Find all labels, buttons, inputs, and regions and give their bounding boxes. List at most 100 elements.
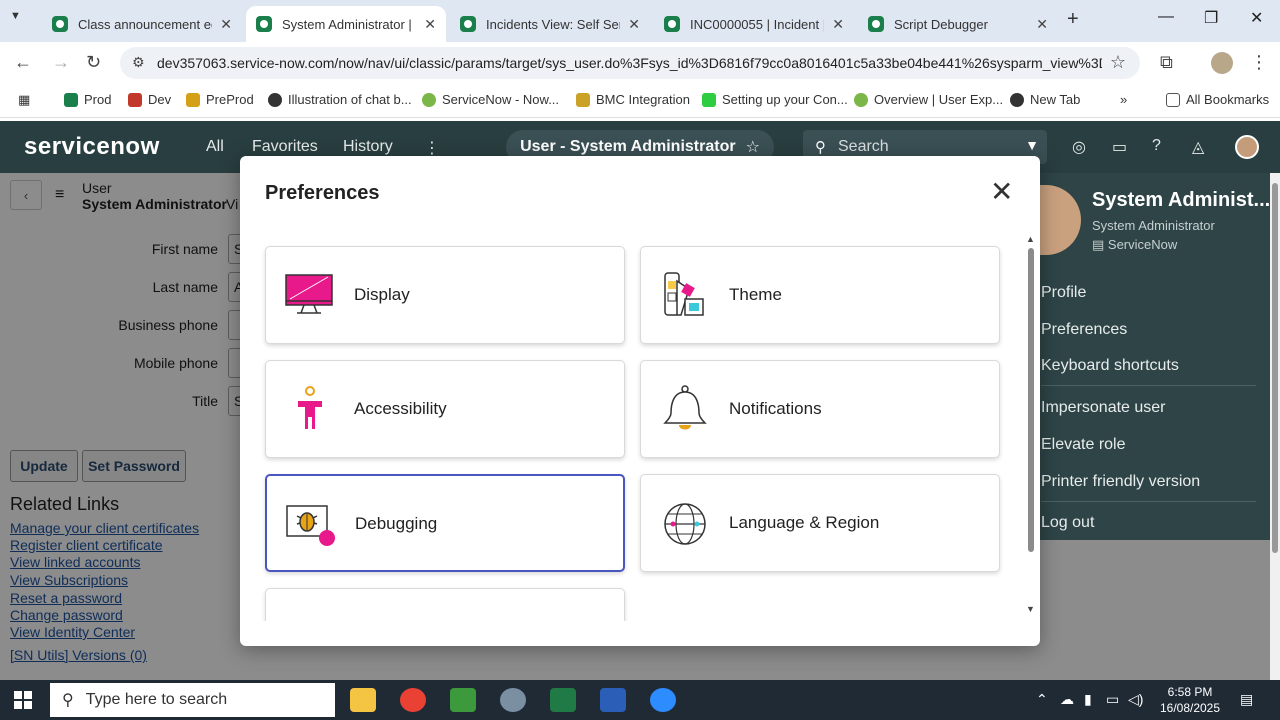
tab-search-icon[interactable]: ▼ — [10, 10, 21, 22]
close-window-icon[interactable]: ✕ — [1250, 8, 1263, 28]
bookmark-dev[interactable]: Dev — [128, 92, 171, 107]
app-icon[interactable] — [450, 688, 476, 712]
volume-icon[interactable]: ◁) — [1128, 691, 1143, 708]
user-avatar[interactable] — [1235, 135, 1259, 159]
menu-item-log-out[interactable]: Log out — [1041, 514, 1094, 532]
app-icon[interactable] — [500, 688, 526, 712]
all-bookmarks-folder[interactable]: All Bookmarks — [1166, 92, 1269, 107]
bookmark-prod[interactable]: Prod — [64, 92, 111, 107]
chrome-icon[interactable] — [400, 688, 426, 712]
excel-icon[interactable] — [550, 688, 576, 712]
browser-profile-avatar[interactable] — [1211, 52, 1233, 74]
bookmark-favicon-icon — [854, 92, 868, 107]
bookmark-overview[interactable]: Overview | User Exp... — [854, 92, 1003, 107]
browser-tab-incidents-view[interactable]: Incidents View: Self Servi ✕ — [450, 6, 650, 42]
bookmark-new-tab[interactable]: New Tab — [1010, 92, 1080, 107]
modal-scrollbar-thumb[interactable] — [1028, 248, 1034, 552]
browser-tab-incident-inc0000055[interactable]: INC0000055 | Incident | S ✕ — [654, 6, 854, 42]
site-info-icon[interactable]: ⚙ — [132, 54, 145, 71]
pref-card-debugging[interactable]: Debugging — [265, 474, 625, 572]
bookmark-favicon-icon — [64, 92, 78, 107]
browser-tab-script-debugger[interactable]: Script Debugger ✕ — [858, 6, 1058, 42]
menu-item-printer-friendly[interactable]: Printer friendly version — [1041, 473, 1200, 491]
pref-card-theme[interactable]: Theme — [640, 246, 1000, 344]
menu-item-preferences[interactable]: Preferences — [1041, 321, 1127, 339]
palette-icon — [664, 272, 704, 316]
partial-card-icon — [284, 613, 336, 621]
preference-cards: Display Theme Accessibility Notification… — [240, 236, 1030, 621]
user-menu-role: System Administrator — [1092, 218, 1215, 233]
tray-device-icon[interactable]: ▮ — [1084, 691, 1092, 708]
servicenow-favicon-icon — [52, 16, 68, 32]
forward-icon[interactable]: → — [52, 52, 70, 73]
tray-overflow-icon[interactable]: ⌃ — [1036, 691, 1048, 708]
bookmark-setting-up[interactable]: Setting up your Con... — [702, 92, 848, 107]
pref-card-notifications[interactable]: Notifications — [640, 360, 1000, 458]
notifications-bell-icon[interactable]: ◬ — [1192, 137, 1204, 157]
menu-item-profile[interactable]: Profile — [1041, 284, 1086, 302]
url-text[interactable]: dev357063.service-now.com/now/nav/ui/cla… — [157, 55, 1102, 71]
scroll-up-icon[interactable]: ▲ — [1026, 234, 1035, 244]
restore-icon[interactable]: ❐ — [1204, 8, 1218, 28]
more-bookmarks-icon[interactable]: » — [1120, 92, 1127, 107]
minimize-icon[interactable]: — — [1158, 8, 1174, 26]
bookmark-bmc-integration[interactable]: BMC Integration — [576, 92, 690, 107]
modal-scrollbar[interactable]: ▲ ▼ — [1026, 234, 1036, 616]
servicenow-logo[interactable]: servicenow — [24, 133, 160, 161]
servicenow-favicon-icon — [664, 16, 680, 32]
close-tab-icon[interactable]: ✕ — [424, 16, 436, 33]
bookmark-servicenow-now[interactable]: ServiceNow - Now... — [422, 92, 559, 107]
page-scrollbar-thumb[interactable] — [1272, 183, 1278, 553]
pref-card-partial[interactable] — [265, 588, 625, 621]
back-icon[interactable]: ← — [14, 52, 32, 73]
page-scrollbar[interactable] — [1270, 173, 1280, 680]
chrome-menu-icon[interactable]: ⋮ — [1250, 52, 1268, 73]
file-explorer-icon[interactable] — [350, 688, 376, 712]
bookmark-preprod[interactable]: PreProd — [186, 92, 254, 107]
bookmark-favicon-icon — [702, 92, 716, 107]
nav-history[interactable]: History — [343, 138, 393, 156]
apps-grid-icon[interactable]: ▦ — [18, 92, 30, 108]
servicenow-favicon-icon — [460, 16, 476, 32]
zoom-icon[interactable] — [650, 688, 676, 712]
browser-tab-class-announcement[interactable]: Class announcement edit ✕ — [42, 6, 242, 42]
menu-item-elevate-role[interactable]: Elevate role — [1041, 436, 1126, 454]
close-tab-icon[interactable]: ✕ — [628, 16, 640, 33]
taskbar-clock[interactable]: 6:58 PM 16/08/2025 — [1150, 684, 1230, 716]
network-icon[interactable]: ▭ — [1106, 691, 1119, 708]
word-icon[interactable] — [600, 688, 626, 712]
search-scope-dropdown-icon[interactable]: ▼ — [1025, 137, 1039, 153]
browser-tab-system-administrator[interactable]: System Administrator | U ✕ — [246, 6, 446, 42]
servicenow-favicon-icon — [256, 16, 272, 32]
menu-item-keyboard-shortcuts[interactable]: Keyboard shortcuts — [1041, 357, 1179, 375]
onedrive-icon[interactable]: ☁ — [1060, 691, 1074, 708]
pref-card-accessibility[interactable]: Accessibility — [265, 360, 625, 458]
modal-title: Preferences — [265, 182, 380, 204]
more-menu-icon[interactable]: ⋮ — [424, 138, 440, 158]
windows-start-icon[interactable] — [14, 691, 32, 709]
bookmark-illustration[interactable]: Illustration of chat b... — [268, 92, 412, 107]
notification-center-icon[interactable]: ▤ — [1240, 691, 1253, 708]
scroll-down-icon[interactable]: ▼ — [1026, 604, 1035, 614]
globe-icon[interactable]: ◎ — [1072, 137, 1086, 157]
address-bar[interactable]: ⚙ dev357063.service-now.com/now/nav/ui/c… — [120, 47, 1140, 79]
reload-icon[interactable]: ↻ — [86, 52, 101, 73]
menu-item-impersonate-user[interactable]: Impersonate user — [1041, 399, 1166, 417]
favorite-star-icon[interactable]: ☆ — [746, 137, 760, 157]
nav-all[interactable]: All — [206, 138, 224, 156]
close-tab-icon[interactable]: ✕ — [1036, 16, 1048, 33]
close-tab-icon[interactable]: ✕ — [832, 16, 844, 33]
taskbar-search[interactable]: ⚲ Type here to search — [50, 683, 335, 717]
search-icon: ⚲ — [815, 139, 826, 156]
pref-card-display[interactable]: Display — [265, 246, 625, 344]
close-tab-icon[interactable]: ✕ — [220, 16, 232, 33]
accessibility-icon — [298, 386, 322, 429]
bookmark-star-icon[interactable]: ☆ — [1110, 52, 1126, 73]
close-icon[interactable]: ✕ — [990, 178, 1013, 206]
new-tab-icon[interactable]: + — [1067, 8, 1079, 31]
chat-icon[interactable]: ▭ — [1112, 137, 1127, 157]
nav-favorites[interactable]: Favorites — [252, 138, 318, 156]
extensions-icon[interactable]: ⧉ — [1160, 52, 1173, 73]
help-icon[interactable]: ? — [1152, 137, 1161, 155]
pref-card-language-region[interactable]: Language & Region — [640, 474, 1000, 572]
